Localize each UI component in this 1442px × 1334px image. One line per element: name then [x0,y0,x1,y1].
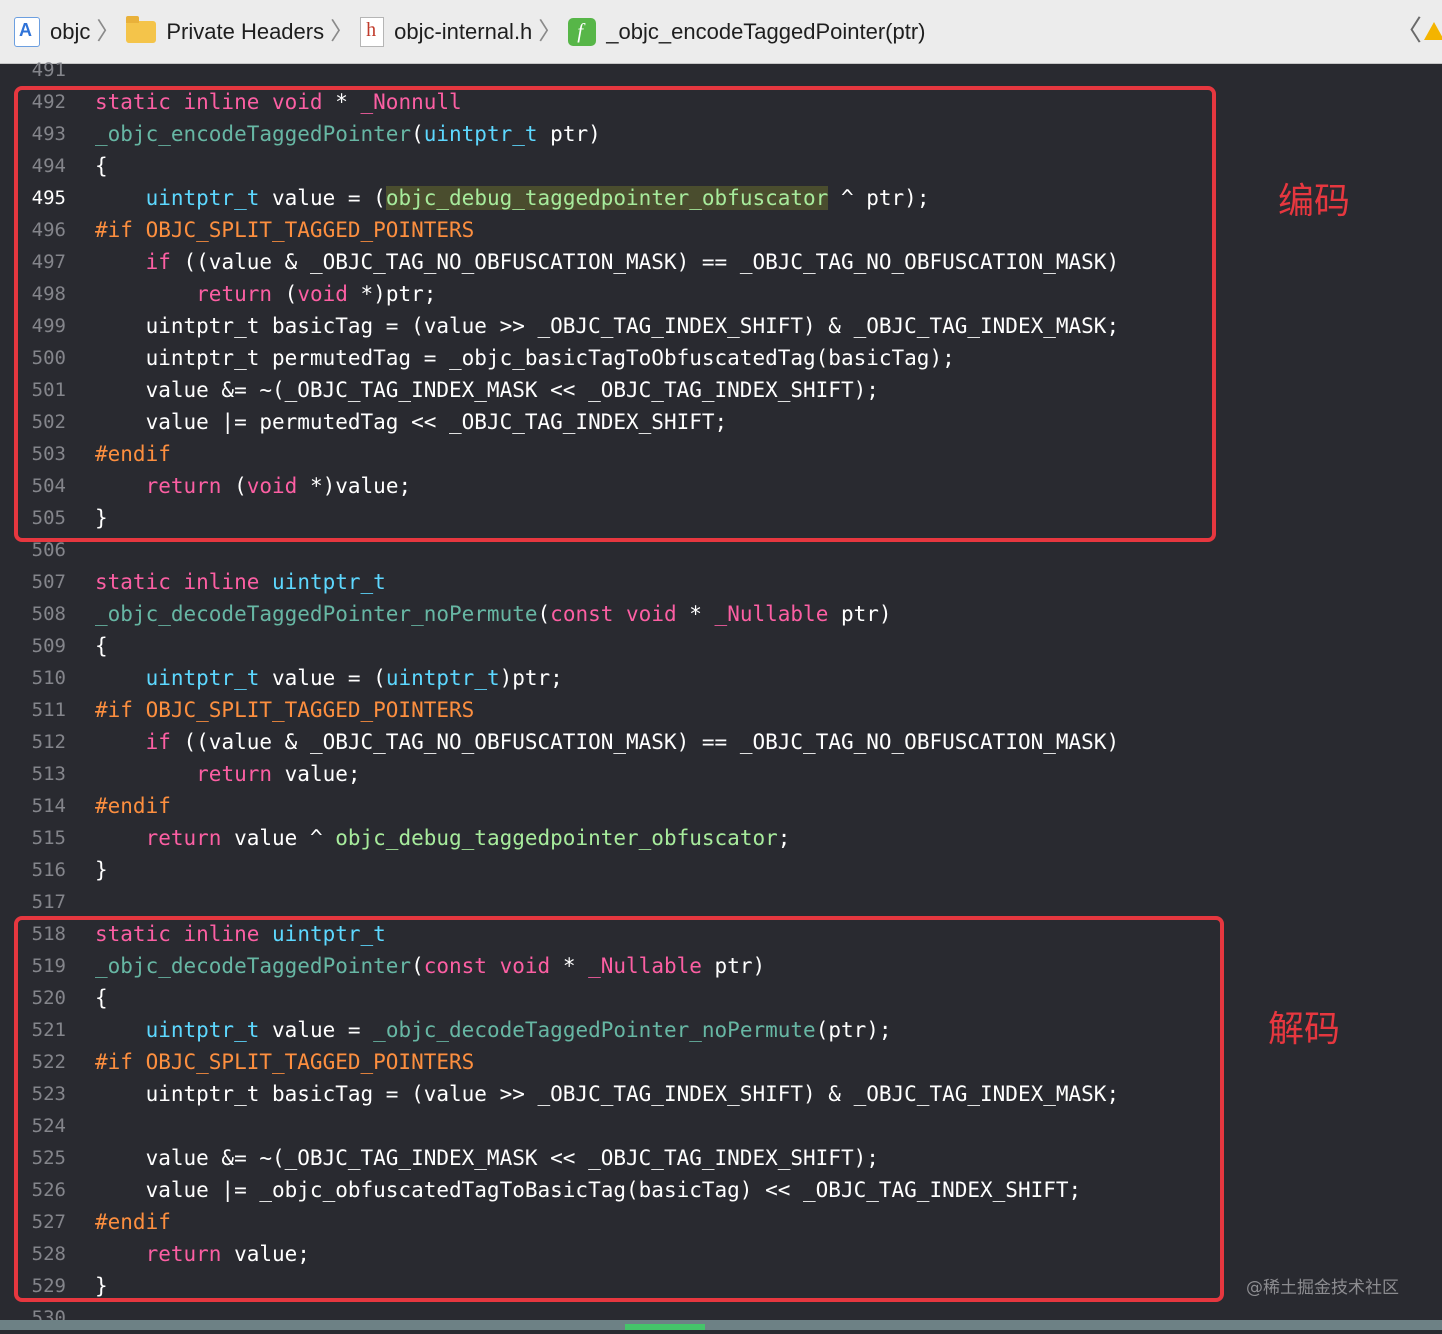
encode-annotation: 编码 [1278,181,1351,222]
code-line[interactable]: 511 #if OBJC_SPLIT_TAGGED_POINTERS [0,694,1442,726]
code-line[interactable]: 508 _objc_decodeTaggedPointer_noPermute(c… [0,598,1442,630]
code-token: uintptr_t [145,666,260,690]
back-chevron-icon[interactable]: 〈 [1394,14,1422,48]
code-token: ( [537,602,551,626]
code-token: uintptr_t [272,570,386,594]
code-token: )ptr; [499,666,563,690]
function-icon [568,17,597,46]
line-number: 512 [31,731,66,753]
decode-highlight-box [14,916,1224,1302]
code-line[interactable]: 514 #endif [0,790,1442,822]
code-token: value; [272,762,361,786]
project-icon [14,16,40,47]
code-text: #if OBJC_SPLIT_TAGGED_POINTERS [95,694,474,726]
code-line[interactable]: 515 return value ^ objc_debug_taggedpoin… [0,822,1442,854]
code-text: #endif [95,790,171,822]
code-text: { [95,630,108,662]
code-token: const void [550,602,677,626]
breadcrumb-file-label: objc-internal.h [394,18,533,44]
code-token: { [95,634,108,658]
code-text: uintptr_t value = (uintptr_t)ptr; [95,662,563,694]
code-token: ptr) [828,602,892,626]
line-number: 515 [31,827,66,849]
encode-highlight-box [14,86,1216,542]
code-token: ; [777,826,791,850]
line-number: 511 [31,699,66,721]
code-token: #if OBJC_SPLIT_TAGGED_POINTERS [95,698,475,722]
code-text: return value; [95,758,361,790]
code-token: value = ( [259,666,386,690]
code-text: } [95,854,108,886]
code-text: return value ^ objc_debug_taggedpointer_… [95,822,791,854]
line-number: 508 [31,603,66,625]
code-line[interactable]: 491 [0,54,1442,86]
code-line[interactable]: 510 uintptr_t value = (uintptr_t)ptr; [0,662,1442,694]
code-text: if ((value & _OBJC_TAG_NO_OBFUSCATION_MA… [95,726,1120,758]
breadcrumb-symbol-label: _objc_encodeTaggedPointer(ptr) [606,18,926,44]
header-file-icon [360,16,385,47]
breadcrumb-project-label: objc [50,18,91,44]
code-line[interactable]: 509 { [0,630,1442,662]
debug-bar [0,1320,1442,1330]
code-text: _objc_decodeTaggedPointer_noPermute(cons… [95,598,892,630]
code-line[interactable]: 517 [0,886,1442,918]
code-token: return [196,762,273,786]
line-number: 513 [31,763,66,785]
code-line[interactable]: 513 return value; [0,758,1442,790]
code-token: * [676,602,715,626]
debug-bar-indicator [625,1324,705,1330]
code-line[interactable]: 516} [0,854,1442,886]
watermark: @稀土掘金技术社区 [1246,1278,1399,1298]
line-number: 514 [31,795,66,817]
code-token: objc_debug_taggedpointer_obfuscator [335,826,778,850]
line-number: 516 [31,859,66,881]
code-token: if [145,730,171,754]
code-line[interactable]: 507 static inline uintptr_t [0,566,1442,598]
code-text: static inline uintptr_t [95,566,386,598]
breadcrumb-folder-label: Private Headers [166,18,325,44]
line-number: 517 [31,891,66,913]
line-number: 509 [31,635,66,657]
line-number: 491 [31,59,66,81]
code-token: uintptr_t [385,666,500,690]
folder-icon [126,15,157,43]
code-line[interactable]: 512 if ((value & _OBJC_TAG_NO_OBFUSCATIO… [0,726,1442,758]
code-token: static inline [95,570,260,594]
line-number: 510 [31,667,66,689]
code-token: value ^ [221,826,336,850]
code-token: #endif [95,794,171,818]
code-token: _Nullable [714,602,829,626]
decode-annotation: 解码 [1268,1009,1341,1050]
code-token: } [95,858,108,882]
code-token: ((value & _OBJC_TAG_NO_OBFUSCATION_MASK)… [170,730,1120,754]
warning-icon[interactable] [1424,22,1442,40]
code-token: return [145,826,222,850]
code-token: _objc_decodeTaggedPointer_noPermute [95,602,538,626]
line-number: 507 [31,571,66,593]
